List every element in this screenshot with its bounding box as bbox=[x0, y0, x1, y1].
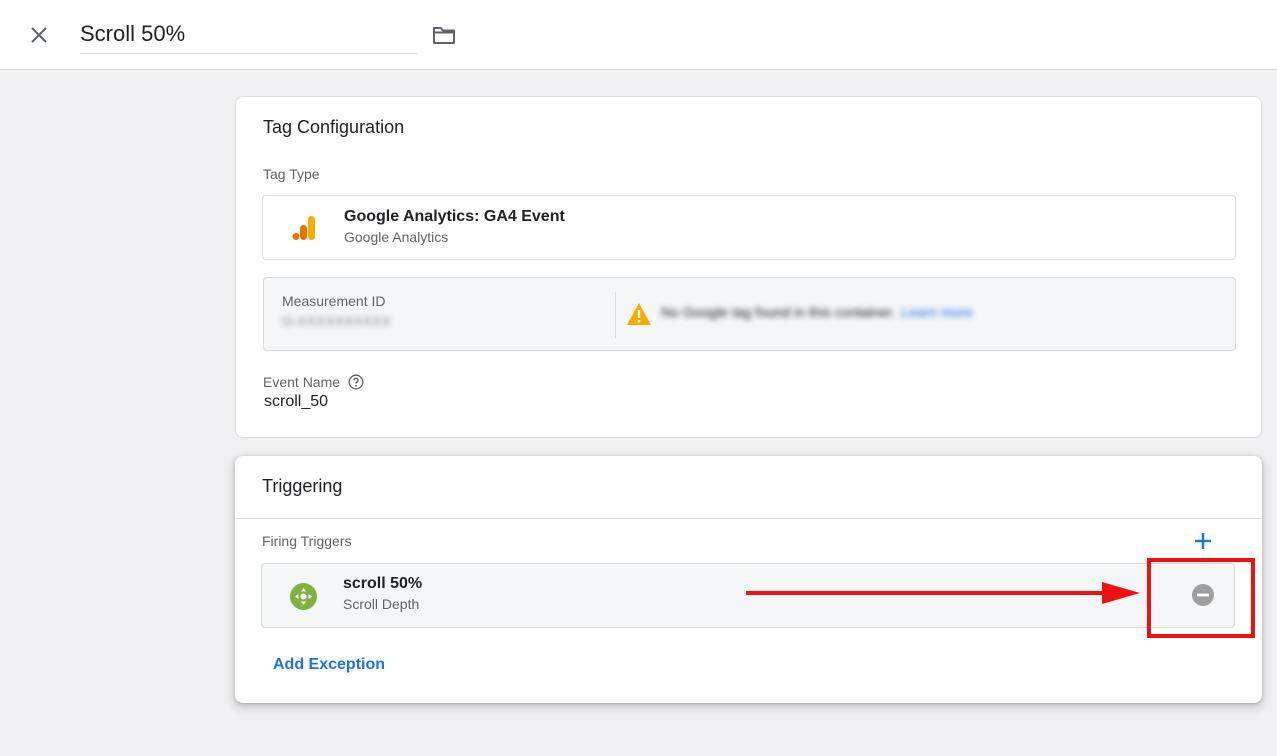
tag-type-label: Tag Type bbox=[263, 166, 320, 182]
trigger-type: Scroll Depth bbox=[343, 596, 420, 612]
tag-type-provider: Google Analytics bbox=[344, 229, 449, 245]
measurement-id-value[interactable]: G-XXXXXXXXXX bbox=[282, 313, 391, 329]
annotation-highlight-box bbox=[1147, 558, 1255, 638]
firing-triggers-label: Firing Triggers bbox=[262, 533, 352, 549]
tag-name-field bbox=[80, 16, 417, 54]
folder-icon bbox=[433, 27, 455, 44]
google-analytics-icon bbox=[292, 216, 315, 240]
measurement-id-panel: Measurement ID G-XXXXXXXXXX No Google ta… bbox=[263, 277, 1236, 351]
measurement-id-label: Measurement ID bbox=[282, 293, 386, 309]
folder-button[interactable] bbox=[431, 22, 457, 48]
warning-text: No Google tag found in this container. bbox=[661, 304, 896, 320]
trigger-name: scroll 50% bbox=[343, 575, 423, 592]
plus-icon bbox=[1195, 533, 1211, 549]
tag-name-input[interactable] bbox=[80, 16, 417, 52]
close-icon bbox=[31, 27, 47, 43]
learn-more-link[interactable]: Learn more bbox=[901, 304, 973, 320]
section-divider bbox=[235, 518, 1262, 519]
annotation-arrow-icon bbox=[746, 582, 1140, 604]
tag-type-name: Google Analytics: GA4 Event bbox=[344, 208, 565, 225]
scroll-depth-icon bbox=[290, 583, 317, 610]
tag-type-row[interactable]: Google Analytics: GA4 Event Google Analy… bbox=[262, 195, 1236, 260]
tag-configuration-card: Tag Configuration Tag Type Google Analyt… bbox=[235, 96, 1262, 438]
card-title: Tag Configuration bbox=[263, 117, 405, 137]
help-icon[interactable] bbox=[348, 374, 364, 390]
event-name-label: Event Name bbox=[263, 374, 341, 390]
editor-header bbox=[0, 0, 1277, 70]
warning-icon bbox=[627, 303, 651, 325]
close-button[interactable] bbox=[26, 22, 52, 48]
event-name-value: scroll_50 bbox=[264, 393, 329, 410]
card-title: Triggering bbox=[262, 476, 343, 496]
add-exception-button[interactable]: Add Exception bbox=[273, 656, 385, 674]
panel-divider bbox=[615, 292, 616, 338]
warning-message: No Google tag found in this container. Le… bbox=[661, 304, 973, 320]
add-trigger-button[interactable] bbox=[1192, 530, 1214, 552]
